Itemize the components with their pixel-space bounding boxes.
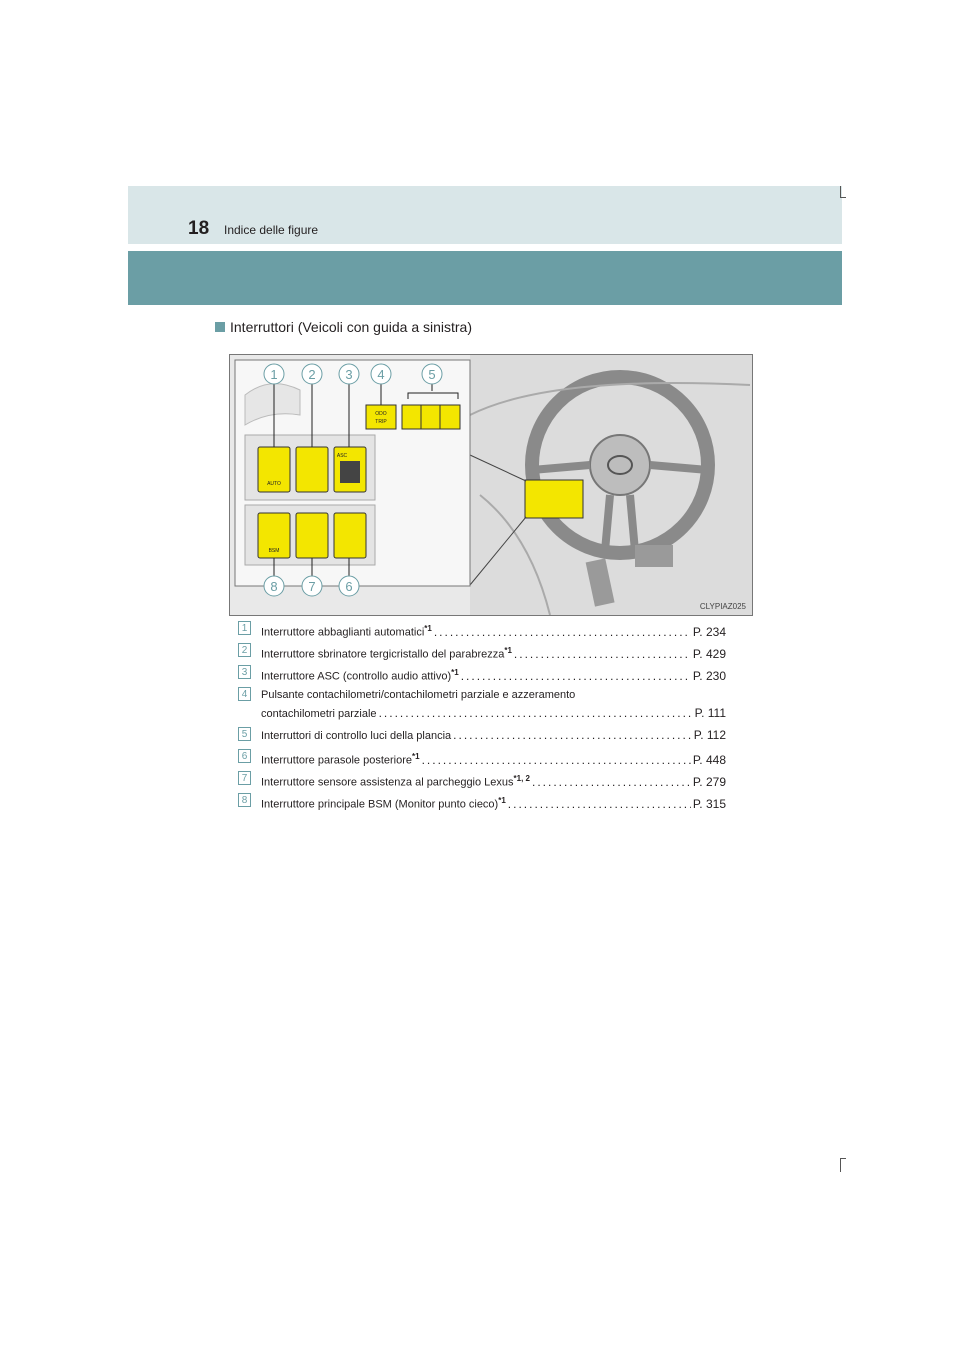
square-bullet-icon xyxy=(215,322,225,332)
item-number: 2 xyxy=(238,643,251,657)
page-reference[interactable]: P. 111 xyxy=(695,702,726,724)
page-number: 18 xyxy=(188,218,210,239)
page-reference[interactable]: P. 315 xyxy=(693,793,726,815)
figure-code: CLYPIAZ025 xyxy=(699,602,746,611)
auto-label: AUTO xyxy=(267,481,281,487)
item-number: 8 xyxy=(238,793,251,807)
asc-label: ASC xyxy=(337,453,348,459)
callout-6: 6 xyxy=(345,579,352,594)
switches-figure: 1 2 3 4 5 8 7 6 AUTO ASC ODO TRIP BSM CL… xyxy=(229,354,753,616)
odo-label: ODO xyxy=(375,411,387,417)
leader-dots xyxy=(508,793,691,815)
page-header: 18 Indice delle figure xyxy=(128,186,842,244)
crop-mark xyxy=(840,1158,841,1172)
item-label-continued: contachilometri parziale xyxy=(261,708,377,720)
crop-mark xyxy=(840,1158,846,1159)
trip-label: TRIP xyxy=(375,419,387,425)
dashboard-illustration: 1 2 3 4 5 8 7 6 AUTO ASC ODO TRIP BSM xyxy=(230,355,752,615)
list-item: 2 Interruttore sbrinatore tergicristallo… xyxy=(234,640,726,662)
item-number: 6 xyxy=(238,749,251,763)
callout-7: 7 xyxy=(308,579,315,594)
list-item: 8 Interruttore principale BSM (Monitor p… xyxy=(234,790,726,812)
item-number: 7 xyxy=(238,771,251,785)
list-item: 7 Interruttore sensore assistenza al par… xyxy=(234,768,726,790)
subheading: Interruttori (Veicoli con guida a sinist… xyxy=(215,319,472,335)
item-number: 1 xyxy=(238,621,251,635)
item-label: Interruttori di controllo luci della pla… xyxy=(261,730,452,742)
header-band xyxy=(128,251,842,305)
list-item: 3 Interruttore ASC (controllo audio atti… xyxy=(234,662,726,684)
item-label: Interruttore principale BSM (Monitor pun… xyxy=(261,796,506,811)
list-item: 6 Interruttore parasole posteriore*1 P. … xyxy=(234,746,726,768)
leader-dots xyxy=(379,702,693,724)
item-number: 5 xyxy=(238,727,251,741)
list-item: 5 Interruttori di controllo luci della p… xyxy=(234,724,726,746)
list-item: 4 Pulsante contachilometri/contachilomet… xyxy=(234,684,726,724)
callout-2: 2 xyxy=(308,367,315,382)
section-title: Indice delle figure xyxy=(224,223,319,237)
bsm-label: BSM xyxy=(269,548,280,554)
page-reference[interactable]: P. 112 xyxy=(694,724,726,746)
subheading-text: Interruttori (Veicoli con guida a sinist… xyxy=(230,319,472,335)
callout-5: 5 xyxy=(428,367,435,382)
callout-8: 8 xyxy=(270,579,277,594)
item-number: 4 xyxy=(238,687,251,701)
switch-list: 1 Interruttore abbaglianti automatici*1 … xyxy=(234,618,726,812)
callout-3: 3 xyxy=(345,367,352,382)
callout-1: 1 xyxy=(270,367,277,382)
leader-dots xyxy=(453,724,692,746)
item-number: 3 xyxy=(238,665,251,679)
callout-4: 4 xyxy=(377,367,384,382)
list-item: 1 Interruttore abbaglianti automatici*1 … xyxy=(234,618,726,640)
crop-mark xyxy=(840,197,846,198)
